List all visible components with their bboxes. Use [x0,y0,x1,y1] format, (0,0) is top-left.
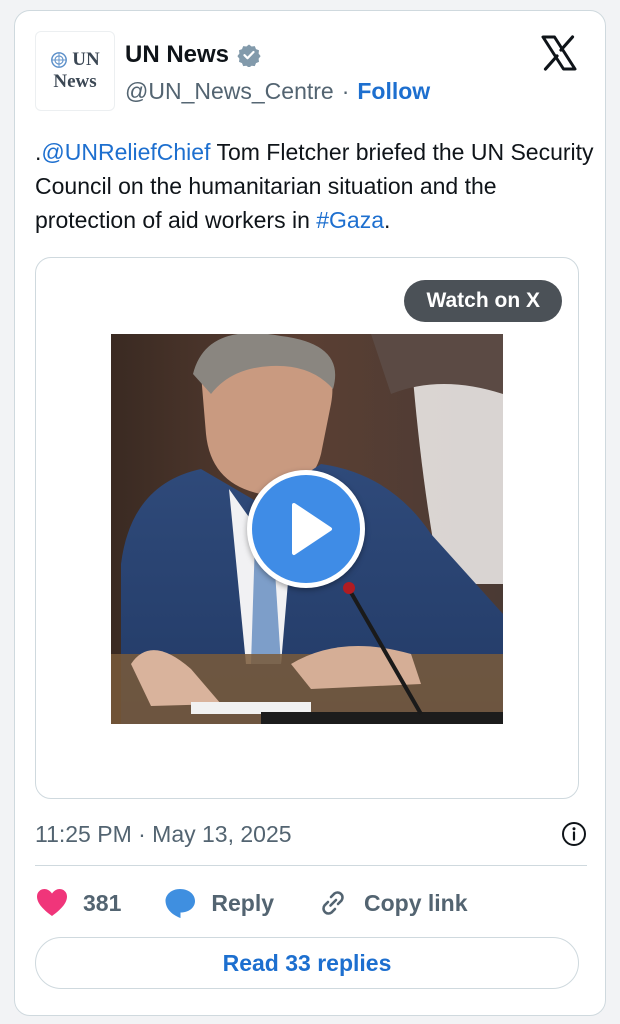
avatar[interactable]: UN News [35,31,115,111]
play-button[interactable] [247,470,365,588]
verified-badge-icon [237,44,261,67]
handle-row: @UN_News_Centre · Follow [125,75,430,107]
name-row: UN News [125,39,261,71]
timestamp[interactable]: 11:25 PM · May 13, 2025 [35,821,292,848]
tweet-text: .@UNReliefChief Tom Fletcher briefed the… [35,135,595,237]
like-button[interactable]: 381 [35,886,121,920]
timestamp-row: 11:25 PM · May 13, 2025 [35,817,587,851]
hashtag-link[interactable]: #Gaza [316,207,384,233]
copy-link-label: Copy link [364,889,468,916]
divider [35,865,587,866]
separator-dot: · [341,77,350,104]
copy-link-button[interactable]: Copy link [316,886,468,920]
reply-button[interactable]: Reply [163,886,274,920]
follow-link[interactable]: Follow [357,78,430,105]
handle[interactable]: @UN_News_Centre [125,78,334,105]
heart-icon [37,889,67,916]
info-icon[interactable] [561,821,587,847]
embedded-tweet-card: UN News UN News @UN_News_Centre · Follow… [14,10,606,1016]
play-icon [292,503,332,555]
watch-on-x-button[interactable]: Watch on X [404,280,562,322]
reply-bubble-icon [165,889,196,918]
video-thumbnail[interactable] [111,334,503,724]
media-container[interactable]: Watch on X [35,257,579,799]
text-suffix: . [384,207,391,233]
avatar-text-un: UN [72,49,100,70]
display-name[interactable]: UN News [125,41,229,69]
action-bar: 381 Reply Copy link [35,883,510,923]
reply-label: Reply [211,889,275,916]
read-replies-button[interactable]: Read 33 replies [35,937,579,989]
mention-link[interactable]: @UNReliefChief [41,139,210,165]
link-icon [322,891,344,915]
un-emblem-icon [51,52,68,68]
avatar-text-news: News [53,71,97,92]
like-count: 381 [83,889,122,916]
x-logo-icon[interactable] [539,33,579,73]
